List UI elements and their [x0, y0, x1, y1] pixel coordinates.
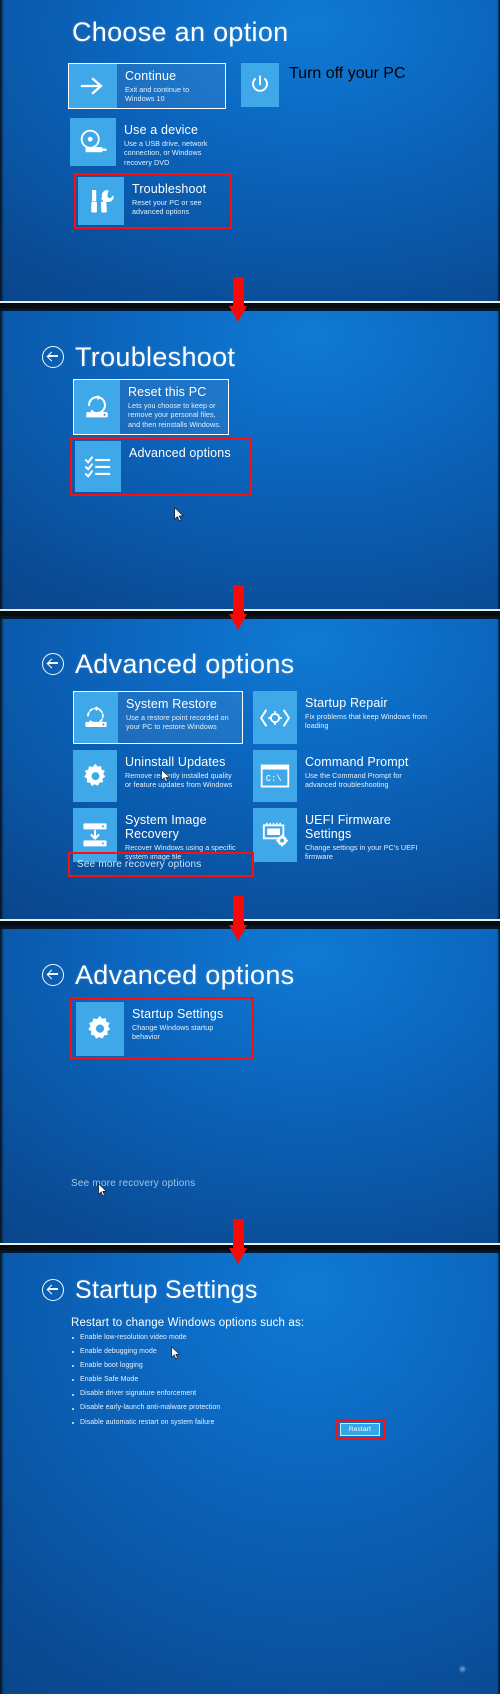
- panel-advanced-options-more: Advanced options Startup Settings Change…: [0, 929, 500, 1244]
- option-description: Reset your PC or see advanced options: [132, 197, 202, 217]
- startup-option: Enable boot logging: [71, 1362, 371, 1370]
- page-title-text: Choose an option: [72, 17, 289, 47]
- option-tile-system-image-recovery[interactable]: System Image Recovery Recover Windows us…: [73, 808, 243, 862]
- command-prompt-icon: C:\: [253, 750, 297, 802]
- option-tile-system-restore[interactable]: System Restore Use a restore point recor…: [73, 691, 243, 744]
- reset-pc-icon: [74, 380, 120, 434]
- option-description: Use the Command Prompt for advanced trou…: [305, 770, 402, 790]
- option-title: Startup Repair: [305, 696, 388, 710]
- page-title: Startup Settings: [42, 1277, 258, 1303]
- option-tile-startup-settings[interactable]: Startup Settings Change Windows startup …: [76, 1002, 234, 1056]
- mouse-cursor: [98, 1183, 109, 1198]
- page-title: Advanced options: [42, 650, 294, 678]
- option-title: Troubleshoot: [132, 182, 207, 196]
- tools-icon: [78, 177, 124, 225]
- option-title: Advanced options: [129, 446, 231, 460]
- screenshot-seam: [0, 608, 500, 620]
- option-title: UEFI Firmware Settings: [305, 813, 391, 841]
- option-title: Startup Settings: [132, 1007, 224, 1021]
- mouse-cursor: [171, 1346, 182, 1361]
- option-tile-uninstall-updates[interactable]: Uninstall Updates Remove recently instal…: [73, 750, 243, 802]
- option-tile-troubleshoot[interactable]: Troubleshoot Reset your PC or see advanc…: [78, 177, 226, 225]
- option-tile-command-prompt[interactable]: C:\ Command Prompt Use the Command Promp…: [253, 750, 433, 802]
- option-title: Uninstall Updates: [125, 755, 226, 769]
- option-description: Remove recently installed quality or fea…: [125, 770, 233, 790]
- startup-option: Enable Safe Mode: [71, 1376, 371, 1384]
- flow-arrow: [229, 585, 247, 630]
- back-icon[interactable]: [42, 653, 64, 676]
- panel-advanced-options: Advanced options System Restore Use a re…: [0, 619, 500, 920]
- startup-settings-lead: Restart to change Windows options such a…: [71, 1317, 305, 1329]
- arrow-right-icon: [69, 64, 117, 108]
- back-icon[interactable]: [42, 346, 64, 369]
- page-title-text: Advanced options: [75, 649, 295, 679]
- see-more-recovery-options-link[interactable]: See more recovery options: [77, 859, 202, 870]
- back-icon[interactable]: [42, 1279, 64, 1302]
- option-tile-advanced-options[interactable]: Advanced options: [75, 441, 231, 492]
- startup-options-list: Enable low-resolution video mode Enable …: [71, 1334, 371, 1427]
- page-title: Choose an option: [72, 17, 289, 47]
- mouse-cursor: [161, 769, 172, 784]
- panel-startup-settings: Startup Settings Restart to change Windo…: [0, 1253, 500, 1694]
- option-tile-uefi-firmware-settings[interactable]: UEFI Firmware Settings Change settings i…: [253, 808, 433, 862]
- screenshot-seam: [0, 918, 500, 930]
- option-title: Use a device: [124, 123, 199, 137]
- disc-usb-icon: [70, 118, 116, 166]
- flow-arrow: [229, 277, 247, 322]
- page-title-text: Startup Settings: [75, 1276, 258, 1304]
- screenshot-seam: [0, 300, 500, 312]
- option-tile-turn-off-your-pc[interactable]: Turn off your PC: [241, 63, 406, 107]
- panel-troubleshoot: Troubleshoot Reset this PC Lets you choo…: [0, 311, 500, 611]
- page-title-text: Troubleshoot: [75, 342, 236, 372]
- option-title: Continue: [125, 69, 177, 83]
- option-description: Change Windows startup behavior: [132, 1022, 214, 1042]
- startup-option: Disable automatic restart on system fail…: [71, 1419, 371, 1427]
- page-title-text: Advanced options: [75, 960, 295, 990]
- startup-option: Enable low-resolution video mode: [71, 1334, 371, 1342]
- system-image-icon: [73, 808, 117, 862]
- option-title: Reset this PC: [128, 385, 207, 399]
- option-tile-startup-repair[interactable]: Startup Repair Fix problems that keep Wi…: [253, 691, 433, 744]
- option-description: Use a USB drive, network connection, or …: [124, 138, 208, 167]
- option-title: System Image Recovery: [125, 813, 207, 841]
- page-title: Advanced options: [42, 961, 294, 989]
- checklist-icon: [75, 441, 121, 492]
- option-tile-use-a-device[interactable]: Use a device Use a USB drive, network co…: [70, 118, 226, 167]
- back-icon[interactable]: [42, 964, 64, 987]
- lens-smudge: [458, 1665, 467, 1673]
- see-more-recovery-options-link[interactable]: See more recovery options: [71, 1178, 196, 1189]
- option-tile-reset-this-pc[interactable]: Reset this PC Lets you choose to keep or…: [73, 379, 229, 435]
- screenshot-stack: Choose an option Continue Exit and conti…: [0, 0, 500, 1694]
- option-description: Fix problems that keep Windows from load…: [305, 711, 427, 731]
- system-restore-icon: [74, 692, 118, 743]
- panel-choose-an-option: Choose an option Continue Exit and conti…: [0, 0, 500, 302]
- option-title: Turn off your PC: [289, 65, 406, 82]
- screenshot-seam: [0, 1242, 500, 1254]
- startup-repair-icon: [253, 691, 297, 744]
- uefi-chip-icon: [253, 808, 297, 862]
- svg-text:C:\: C:\: [266, 774, 282, 784]
- page-title: Troubleshoot: [42, 343, 235, 371]
- option-title: System Restore: [126, 697, 218, 711]
- restart-button[interactable]: Restart: [340, 1423, 380, 1436]
- option-description: Change settings in your PC's UEFI firmwa…: [305, 842, 418, 862]
- startup-option: Disable driver signature enforcement: [71, 1390, 371, 1398]
- gear-icon: [76, 1002, 124, 1056]
- power-icon: [241, 63, 279, 107]
- mouse-cursor: [174, 507, 185, 522]
- option-title: Command Prompt: [305, 755, 409, 769]
- option-tile-continue[interactable]: Continue Exit and continue to Windows 10: [68, 63, 226, 109]
- startup-option: Enable debugging mode: [71, 1348, 371, 1356]
- option-description: Lets you choose to keep or remove your p…: [128, 400, 221, 429]
- flow-arrow: [229, 1219, 247, 1264]
- flow-arrow: [229, 896, 247, 941]
- startup-option: Disable early-launch anti-malware protec…: [71, 1405, 371, 1412]
- option-description: Exit and continue to Windows 10: [125, 84, 190, 104]
- option-description: Use a restore point recorded on your PC …: [126, 712, 229, 732]
- gear-icon: [73, 750, 117, 802]
